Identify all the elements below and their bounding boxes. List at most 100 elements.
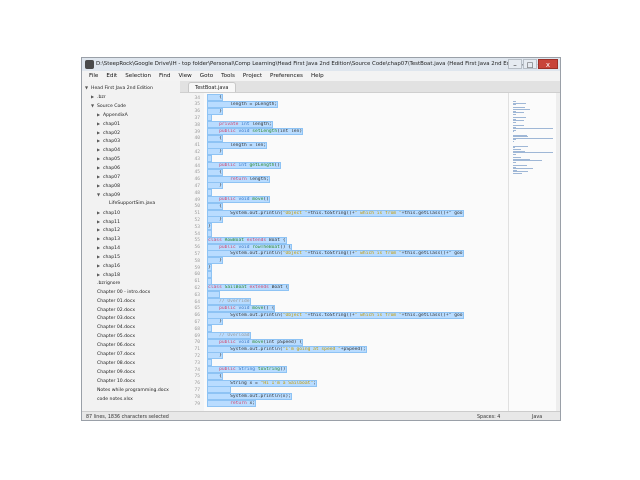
code-token: { xyxy=(208,169,222,175)
code-line xyxy=(207,270,212,278)
sidebar-item[interactable]: ▶ chap14 xyxy=(97,244,120,252)
sidebar-item-label: .bzr xyxy=(97,94,106,100)
menu-project[interactable]: Project xyxy=(239,71,266,81)
code-editor[interactable]: 34 35 36 37 38 39 40 41 42 43 44 45 46 47 48 49 50 51 52 53… xyxy=(180,93,508,411)
code-line: return length; xyxy=(207,175,270,183)
code-line xyxy=(207,189,212,197)
sidebar-item[interactable]: ▶ chap13 xyxy=(97,235,120,243)
maximize-button[interactable]: □ xyxy=(523,59,537,69)
sidebar-item[interactable]: ▼ Source Code xyxy=(91,102,126,110)
selection-highlight: length = len; xyxy=(206,141,268,149)
sidebar-item-label: chap18 xyxy=(103,272,121,278)
selection-highlight xyxy=(207,189,212,197)
code-token: int xyxy=(241,122,250,128)
editor-window: D:\SteepRock\Google Drive\IH - top folde… xyxy=(81,57,561,421)
sidebar-item[interactable]: ▶ chap02 xyxy=(97,129,120,137)
menu-selection[interactable]: Selection xyxy=(121,71,155,81)
sidebar-item-label: chap10 xyxy=(103,210,121,216)
selection-highlight xyxy=(207,114,212,122)
code-line: System.out.println("Object "+this.toStri… xyxy=(207,209,464,217)
line-number: 43 xyxy=(194,156,200,162)
syntax-status[interactable]: Java xyxy=(532,412,542,420)
code-token: class xyxy=(208,237,225,243)
minimap[interactable] xyxy=(508,93,557,411)
code-token: } xyxy=(208,319,222,325)
sidebar-item[interactable]: ▶ chap06 xyxy=(97,164,120,172)
selection-highlight: System.out.println("Object "+this.toStri… xyxy=(207,250,464,258)
title-bar[interactable]: D:\SteepRock\Google Drive\IH - top folde… xyxy=(82,58,560,72)
sidebar-item[interactable]: ▶ chap16 xyxy=(97,262,120,270)
sidebar-item[interactable]: Chapter 01.docx xyxy=(91,298,135,306)
sidebar-item[interactable]: Chapter 06.docx xyxy=(91,342,135,350)
tab-testboat[interactable]: TestBoat.java xyxy=(188,82,236,92)
code-token: () { xyxy=(279,244,292,250)
sidebar-item[interactable]: ▶ chap18 xyxy=(97,271,120,279)
vertical-scrollbar[interactable] xyxy=(556,93,560,411)
menu-edit[interactable]: Edit xyxy=(102,71,121,81)
sidebar-item[interactable]: LifeSupportSim.java xyxy=(103,200,155,208)
sidebar-item[interactable]: ▶ chap05 xyxy=(97,155,120,163)
selection-highlight: System.out.println("Object "+this.toStri… xyxy=(207,209,464,217)
code-token: } xyxy=(208,217,222,223)
sidebar-item[interactable]: ▶ AppendixA xyxy=(97,111,128,119)
sidebar-item[interactable]: ▶ chap04 xyxy=(97,146,120,154)
indentation-status[interactable]: Spaces: 4 xyxy=(477,412,500,420)
sidebar-item[interactable]: ▶ chap01 xyxy=(97,120,120,128)
sidebar-item[interactable]: .bzrignore xyxy=(91,280,120,288)
line-number: 63 xyxy=(194,292,200,298)
code-line: private int length; xyxy=(207,121,273,129)
code-token: () xyxy=(263,197,269,202)
sidebar-item[interactable]: Chapter 00 - intro.docx xyxy=(91,289,150,297)
menu-help[interactable]: Help xyxy=(307,71,328,81)
line-number: 51 xyxy=(194,211,200,217)
sidebar-item[interactable]: ▶ chap12 xyxy=(97,226,120,234)
close-button[interactable]: x xyxy=(538,59,558,69)
code-token: " which is from " xyxy=(354,312,402,318)
code-line xyxy=(206,386,232,394)
sidebar-item[interactable]: Chapter 09.docx xyxy=(91,369,135,377)
sidebar-item[interactable]: ▼ Head First Java 2nd Edition xyxy=(85,84,153,92)
sidebar-item[interactable]: ▶ .bzr xyxy=(91,93,106,101)
sidebar-item[interactable]: Chapter 03.docx xyxy=(91,315,135,323)
code-line: // Override xyxy=(207,298,251,305)
sidebar-item[interactable]: code notes.xlsx xyxy=(91,396,133,404)
menu-tools[interactable]: Tools xyxy=(217,71,239,81)
line-number: 53 xyxy=(194,224,200,230)
line-number: 58 xyxy=(194,258,200,264)
sidebar-item[interactable]: Chapter 10.docx xyxy=(91,378,135,386)
sidebar-item[interactable]: Chapter 04.docx xyxy=(91,324,135,332)
code-token: length; xyxy=(249,176,269,182)
sidebar-item[interactable]: ▶ chap07 xyxy=(97,173,120,181)
menu-find[interactable]: Find xyxy=(155,71,174,81)
selection-highlight: } xyxy=(207,182,223,190)
sidebar-item[interactable]: ▼ chap09 xyxy=(97,191,120,199)
minimize-button[interactable]: – xyxy=(508,59,522,69)
selection-highlight: } xyxy=(207,318,223,326)
sidebar-item[interactable]: Chapter 07.docx xyxy=(91,351,135,359)
menu-view[interactable]: View xyxy=(174,71,195,81)
code-token: extends xyxy=(246,237,269,243)
selection-highlight: public int getLength() xyxy=(207,162,281,169)
sidebar-item[interactable]: Chapter 02.docx xyxy=(91,307,135,315)
sidebar-item[interactable]: ▶ chap15 xyxy=(97,253,120,261)
code-line: } xyxy=(207,352,223,360)
selection-highlight xyxy=(206,386,232,394)
selection-highlight xyxy=(207,230,212,237)
menu-file[interactable]: File xyxy=(85,71,102,81)
minimap-line xyxy=(513,173,522,174)
sidebar-item[interactable]: ▶ chap10 xyxy=(97,209,120,217)
code-line: System.out.println(x); xyxy=(207,393,292,401)
sidebar-item[interactable]: Notes while programming.docx xyxy=(91,387,169,395)
sidebar-item[interactable]: ▶ chap11 xyxy=(97,218,120,226)
sidebar-item[interactable]: Chapter 05.docx xyxy=(91,333,135,341)
sidebar-item[interactable]: ▶ chap03 xyxy=(97,137,120,145)
minimap-line xyxy=(513,160,542,162)
code-token: void xyxy=(238,244,253,250)
sidebar-item[interactable]: Chapter 08.docx xyxy=(91,360,135,368)
menu-preferences[interactable]: Preferences xyxy=(266,71,307,81)
line-number: 39 xyxy=(194,129,200,135)
menu-goto[interactable]: Goto xyxy=(196,71,217,81)
sidebar-item[interactable]: ▶ chap08 xyxy=(97,182,120,190)
code-token: ; xyxy=(313,380,316,386)
code-token: } xyxy=(208,258,222,264)
